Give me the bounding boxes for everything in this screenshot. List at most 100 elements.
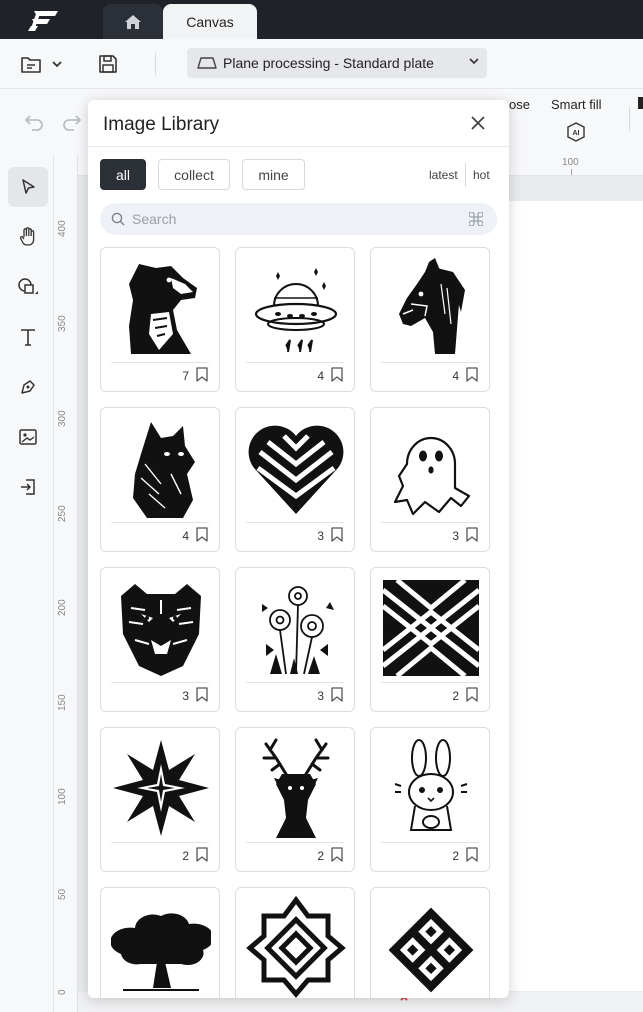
bookmark-icon[interactable] <box>196 367 208 382</box>
striped-heart-image <box>246 414 346 522</box>
processing-mode-select[interactable]: Plane processing - Standard plate <box>187 48 487 78</box>
command-icon[interactable] <box>469 212 483 226</box>
ruler-label: 150 <box>57 694 68 711</box>
library-item-tree[interactable] <box>100 887 220 998</box>
library-item-diamond-knot[interactable] <box>370 887 490 998</box>
library-item-dog[interactable]: 7 <box>100 247 220 392</box>
bookmark-icon[interactable] <box>196 527 208 542</box>
tiger-image <box>111 574 211 682</box>
cursor-icon <box>22 179 35 194</box>
geometric-star-image <box>246 894 346 998</box>
card-divider <box>381 522 479 523</box>
ruler-label: 200 <box>57 599 68 616</box>
undo-icon[interactable] <box>24 113 44 131</box>
collect-count: 2 <box>452 689 459 703</box>
hand-icon <box>19 227 35 246</box>
library-item-star[interactable]: 2 <box>100 727 220 872</box>
text-icon <box>21 329 35 346</box>
library-item-bunny[interactable]: 2 <box>370 727 490 872</box>
sort-latest-link[interactable]: latest <box>429 168 458 182</box>
bookmark-icon[interactable] <box>466 367 478 382</box>
bookmark-icon[interactable] <box>466 847 478 862</box>
library-item-horse[interactable]: 4 <box>370 247 490 392</box>
collect-count: 4 <box>182 529 189 543</box>
ruler-label: 50 <box>57 888 68 900</box>
library-item-striped-heart[interactable]: 3 <box>235 407 355 552</box>
ruler-label: 250 <box>57 505 68 522</box>
ruler-tick <box>571 169 572 175</box>
library-item-deer[interactable]: 2 <box>235 727 355 872</box>
image-tool[interactable] <box>8 417 48 457</box>
library-item-cat[interactable]: 4 <box>100 407 220 552</box>
bunny-image <box>381 734 481 842</box>
tree-image <box>111 894 211 998</box>
home-icon <box>125 14 141 29</box>
toolbar-divider <box>155 53 156 75</box>
search-icon <box>111 212 125 226</box>
collect-count: 3 <box>317 689 324 703</box>
library-item-flowers[interactable]: 3 <box>235 567 355 712</box>
bookmark-icon[interactable] <box>466 527 478 542</box>
bookmark-icon[interactable] <box>196 847 208 862</box>
collect-count: 2 <box>182 849 189 863</box>
ruler-label: 350 <box>57 315 68 332</box>
import-tool[interactable] <box>8 467 48 507</box>
bookmark-icon[interactable] <box>331 847 343 862</box>
pen-icon <box>21 380 35 394</box>
select-tool[interactable] <box>8 167 48 207</box>
card-divider <box>381 362 479 363</box>
sort-hot-link[interactable]: hot <box>473 168 490 182</box>
work-plate[interactable] <box>508 201 643 991</box>
star-image <box>111 734 211 842</box>
card-divider <box>381 842 479 843</box>
image-icon <box>19 429 37 445</box>
library-item-tiger[interactable]: 3 <box>100 567 220 712</box>
redo-icon[interactable] <box>62 113 82 131</box>
bookmark-icon[interactable] <box>331 367 343 382</box>
filter-collect-button[interactable]: collect <box>158 159 230 190</box>
collect-count: 3 <box>452 529 459 543</box>
bookmark-icon[interactable] <box>466 687 478 702</box>
close-tool-label[interactable]: ose <box>509 97 530 112</box>
ufo-image <box>246 254 346 362</box>
filter-mine-button[interactable]: mine <box>242 159 305 190</box>
card-divider <box>246 362 344 363</box>
tab-canvas[interactable]: Canvas <box>163 4 257 39</box>
sort-divider <box>465 163 466 187</box>
smart-fill-label[interactable]: Smart fill <box>551 97 602 112</box>
card-divider <box>246 522 344 523</box>
left-toolbar <box>0 155 54 1012</box>
collect-count: 2 <box>452 849 459 863</box>
tab-home[interactable] <box>103 4 163 39</box>
text-tool[interactable] <box>8 317 48 357</box>
app-logo-icon <box>28 9 60 31</box>
collect-count: 4 <box>317 369 324 383</box>
deer-image <box>246 734 346 842</box>
shape-tool[interactable] <box>8 267 48 307</box>
library-item-chevron-pattern[interactable]: 2 <box>370 567 490 712</box>
file-menu-button[interactable] <box>20 51 72 77</box>
cat-image <box>111 414 211 522</box>
library-item-ufo[interactable]: 4 <box>235 247 355 392</box>
library-item-ghost[interactable]: 3 <box>370 407 490 552</box>
toolbar-divider <box>629 107 630 131</box>
hand-tool[interactable] <box>8 217 48 257</box>
panel-divider <box>88 146 509 147</box>
folder-icon <box>21 57 41 73</box>
ruler-label: 300 <box>57 410 68 427</box>
collect-count: 3 <box>317 529 324 543</box>
save-button[interactable] <box>98 51 122 77</box>
library-item-geometric-star[interactable] <box>235 887 355 998</box>
pen-tool[interactable] <box>8 367 48 407</box>
search-input[interactable] <box>132 203 452 235</box>
bookmark-icon[interactable] <box>196 687 208 702</box>
collect-count: 3 <box>182 689 189 703</box>
shapes-icon <box>18 278 38 294</box>
filter-all-button[interactable]: all <box>100 159 146 190</box>
ai-fill-icon[interactable]: AI <box>566 122 586 142</box>
bookmark-icon[interactable] <box>331 687 343 702</box>
close-icon[interactable] <box>468 113 488 133</box>
bookmark-icon[interactable] <box>331 527 343 542</box>
plate-icon <box>197 57 217 69</box>
import-icon <box>21 479 35 495</box>
